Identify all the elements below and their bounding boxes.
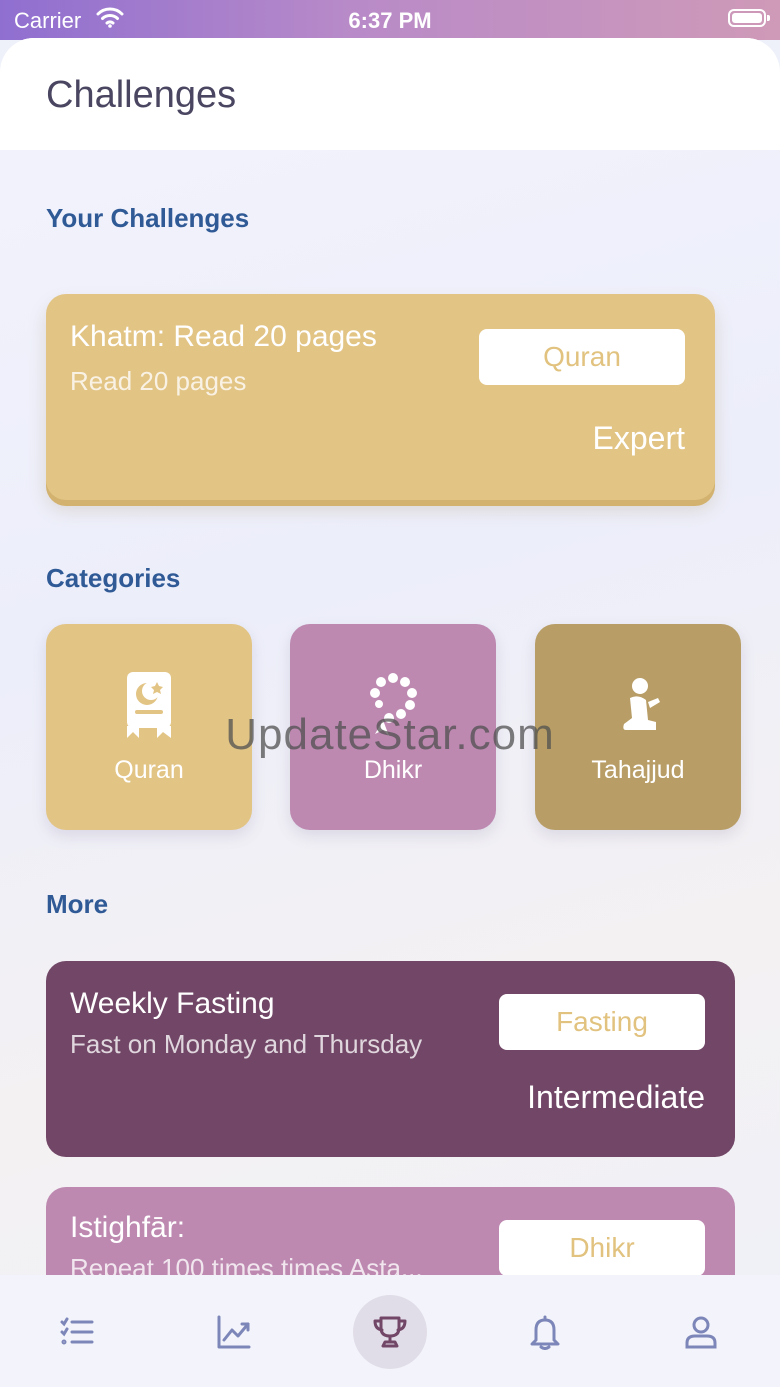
tab-profile[interactable] — [664, 1295, 738, 1369]
category-label: Quran — [114, 756, 184, 784]
status-bar: Carrier 6:37 PM — [0, 0, 780, 40]
challenge-title: Weekly Fasting — [70, 987, 275, 1020]
challenge-level: Expert — [592, 420, 685, 456]
challenge-category-tag[interactable]: Quran — [479, 329, 685, 385]
list-icon — [60, 1317, 94, 1345]
challenge-subtitle: Read 20 pages — [70, 366, 247, 396]
header: Challenges — [0, 38, 780, 150]
tab-challenges[interactable] — [353, 1295, 427, 1369]
trophy-icon — [373, 1316, 407, 1348]
challenge-title: Khatm: Read 20 pages — [70, 320, 377, 353]
category-label: Dhikr — [363, 756, 423, 784]
tab-notifications[interactable] — [508, 1295, 582, 1369]
tab-list[interactable] — [40, 1295, 114, 1369]
challenge-category-tag[interactable]: Fasting — [499, 994, 705, 1050]
challenge-title: Istighfār: — [70, 1211, 186, 1244]
profile-icon — [685, 1316, 717, 1349]
watermark: UpdateStar.com — [225, 710, 555, 759]
challenge-subtitle: Repeat 100 times times Asta... — [70, 1253, 423, 1275]
challenge-card-weekly-fasting[interactable]: Weekly Fasting Fast on Monday and Thursd… — [46, 961, 735, 1157]
section-title-your-challenges: Your Challenges — [46, 203, 250, 233]
page-title: Challenges — [46, 74, 237, 116]
main-sheet: Challenges Your Challenges Khatm: Read 2… — [0, 38, 780, 1387]
clock: 6:37 PM — [348, 8, 432, 33]
challenge-subtitle: Fast on Monday and Thursday — [70, 1029, 423, 1059]
challenge-category-tag[interactable]: Dhikr — [499, 1220, 705, 1276]
challenge-level: Intermediate — [527, 1079, 705, 1115]
section-title-categories: Categories — [46, 563, 181, 593]
chart-icon — [217, 1315, 251, 1349]
bell-icon — [530, 1315, 560, 1350]
challenge-card-khatm[interactable]: Khatm: Read 20 pages Read 20 pages Quran… — [46, 294, 715, 500]
category-label: Tahajjud — [591, 756, 685, 784]
section-title-more: More — [46, 889, 109, 919]
tab-stats[interactable] — [197, 1295, 271, 1369]
battery-icon — [728, 9, 770, 27]
tab-bar — [0, 1275, 780, 1387]
